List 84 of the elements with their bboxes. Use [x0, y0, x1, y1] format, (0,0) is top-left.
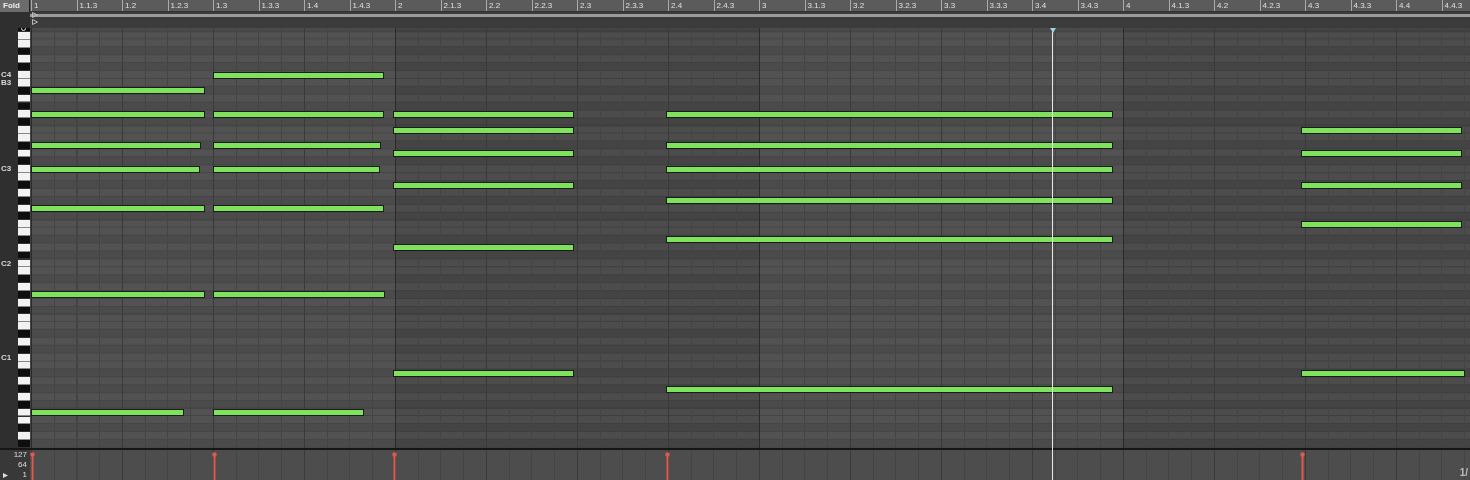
- midi-note[interactable]: [213, 142, 382, 150]
- midi-note[interactable]: [1301, 220, 1463, 228]
- ruler-label: 4.1.3: [1168, 0, 1190, 11]
- ruler-label: 4: [1123, 0, 1131, 11]
- velocity-scale-label: 1: [22, 471, 27, 479]
- midi-note[interactable]: [213, 110, 385, 118]
- midi-note[interactable]: [393, 181, 575, 189]
- midi-note[interactable]: [213, 165, 381, 173]
- ruler-label: 2.4.3: [713, 0, 735, 11]
- key-label: C3: [1, 165, 12, 174]
- ruler-label: 3.3: [941, 0, 956, 11]
- key-label: B3: [1, 78, 12, 87]
- ruler-label: 4.2.3: [1259, 0, 1281, 11]
- midi-note[interactable]: [31, 205, 205, 213]
- ruler-label: 3.1.3: [804, 0, 826, 11]
- velocity-marker[interactable]: [211, 452, 217, 480]
- midi-note[interactable]: [666, 385, 1113, 393]
- ruler-label: 3.4.3: [1077, 0, 1099, 11]
- midi-note[interactable]: [1301, 181, 1463, 189]
- ruler-label: 3: [759, 0, 767, 11]
- midi-note[interactable]: [393, 126, 575, 134]
- midi-note[interactable]: [31, 291, 205, 299]
- ruler-label: 3.3.3: [986, 0, 1008, 11]
- midi-note[interactable]: [393, 369, 575, 377]
- velocity-marker[interactable]: [664, 452, 670, 480]
- key-label: C1: [1, 353, 12, 362]
- ruler-label: 2.1.3: [440, 0, 462, 11]
- velocity-marker[interactable]: [391, 452, 397, 480]
- midi-note[interactable]: [213, 409, 365, 417]
- midi-note[interactable]: [213, 205, 385, 213]
- ruler-label: 2.2.3: [531, 0, 553, 11]
- velocity-scale-label: 64: [18, 461, 27, 469]
- ruler-label: 3.2: [850, 0, 865, 11]
- midi-note[interactable]: [1301, 369, 1466, 377]
- marker-icon[interactable]: [32, 19, 38, 25]
- midi-note[interactable]: [213, 71, 385, 79]
- ruler-label: 1.2: [122, 0, 137, 11]
- velocity-scale-label: 127: [13, 451, 27, 459]
- midi-note[interactable]: [213, 291, 385, 299]
- ruler-label: 2.3.3: [622, 0, 644, 11]
- ruler-label: 1.1.3: [76, 0, 98, 11]
- midi-note[interactable]: [666, 236, 1113, 244]
- ruler-label: 2.2: [486, 0, 501, 11]
- midi-note[interactable]: [666, 142, 1113, 150]
- ruler-label: 4.4.3: [1441, 0, 1463, 11]
- ruler-label: 4.3: [1305, 0, 1320, 11]
- piano-keyboard[interactable]: [18, 28, 30, 448]
- midi-note[interactable]: [31, 142, 202, 150]
- midi-note[interactable]: [31, 110, 205, 118]
- midi-note[interactable]: [666, 165, 1113, 173]
- key-label: C2: [1, 259, 12, 268]
- ruler-label: 3.2.3: [895, 0, 917, 11]
- ruler-label: 2.4: [668, 0, 683, 11]
- ruler-label: 2: [395, 0, 403, 11]
- velocity-lane[interactable]: 1/: [30, 450, 1470, 480]
- ruler-label: 3.4: [1032, 0, 1047, 11]
- midi-note[interactable]: [31, 87, 205, 95]
- ruler-label: 1.4: [304, 0, 319, 11]
- ruler-label: 1: [31, 0, 39, 11]
- midi-note[interactable]: [1301, 126, 1463, 134]
- note-grid[interactable]: [30, 28, 1470, 448]
- midi-note[interactable]: [666, 110, 1113, 118]
- midi-note[interactable]: [31, 165, 201, 173]
- expand-icon[interactable]: [3, 473, 8, 478]
- midi-note[interactable]: [31, 409, 184, 417]
- ruler-label: 1.2.3: [167, 0, 189, 11]
- midi-note[interactable]: [393, 110, 575, 118]
- ruler-label: 1.4.3: [349, 0, 371, 11]
- midi-note[interactable]: [393, 150, 575, 158]
- page-indicator: 1/: [1459, 467, 1468, 478]
- fold-button[interactable]: Fold: [0, 0, 30, 12]
- midi-note[interactable]: [666, 197, 1113, 205]
- ruler-label: 4.3.3: [1350, 0, 1372, 11]
- ruler-label: 1.3.3: [258, 0, 280, 11]
- midi-note[interactable]: [1301, 150, 1463, 158]
- ruler-label: 2.3: [577, 0, 592, 11]
- marker-icon[interactable]: [32, 12, 38, 18]
- ruler-label: 4.2: [1214, 0, 1229, 11]
- key-label: C4: [1, 71, 12, 80]
- midi-note[interactable]: [393, 244, 575, 252]
- velocity-marker[interactable]: [1299, 452, 1305, 480]
- ruler-label: 1.3: [213, 0, 228, 11]
- ruler-label: 4.4: [1396, 0, 1411, 11]
- velocity-marker[interactable]: [30, 452, 35, 480]
